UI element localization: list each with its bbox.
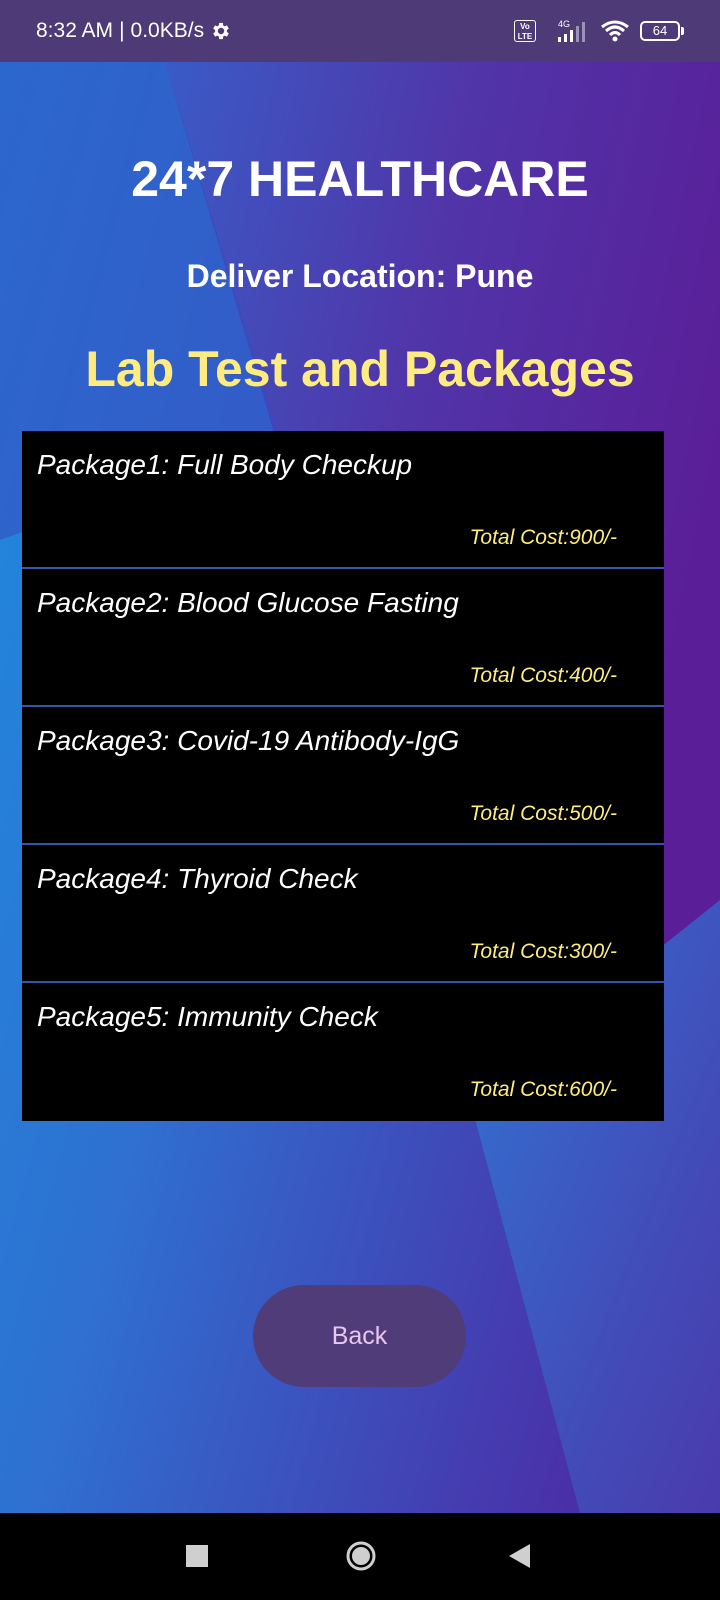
package-cost: Total Cost:900/-	[469, 526, 617, 549]
package-item[interactable]: Package5: Immunity Check Total Cost:600/…	[22, 983, 664, 1121]
circle-home-icon[interactable]	[345, 1540, 377, 1572]
status-separator: |	[119, 19, 125, 42]
package-cost: Total Cost:300/-	[469, 940, 617, 963]
package-item[interactable]: Package4: Thyroid Check Total Cost:300/-	[22, 845, 664, 983]
battery-icon: 64	[640, 21, 684, 41]
back-button[interactable]: Back	[253, 1285, 466, 1387]
package-name: Package1: Full Body Checkup	[37, 449, 413, 480]
package-item[interactable]: Package2: Blood Glucose Fasting Total Co…	[22, 569, 664, 707]
network-speed: 0.0KB/s	[130, 19, 205, 42]
package-cost: Total Cost:500/-	[469, 802, 617, 825]
wifi-icon	[601, 20, 629, 42]
package-name: Package5: Immunity Check	[37, 1001, 378, 1032]
status-time: 8:32 AM	[36, 19, 114, 42]
package-name: Package2: Blood Glucose Fasting	[37, 587, 459, 618]
package-list: Package1: Full Body Checkup Total Cost:9…	[22, 431, 664, 1121]
gear-icon	[213, 22, 229, 40]
status-right: Vo LTE 4G 64	[514, 0, 684, 62]
app-title: 24*7 HEALTHCARE	[131, 151, 589, 207]
delivery-location: Deliver Location: Pune	[186, 258, 534, 294]
package-name: Package4: Thyroid Check	[37, 863, 358, 894]
network-type-label: 4G	[558, 19, 570, 29]
package-name: Package3: Covid-19 Antibody-IgG	[37, 725, 460, 756]
status-bar: 8:32 AM | 0.0KB/s Vo LTE 4G 64	[0, 0, 720, 62]
package-cost: Total Cost:600/-	[469, 1078, 617, 1101]
status-left: 8:32 AM | 0.0KB/s	[36, 0, 232, 62]
signal-icon: 4G	[558, 19, 585, 42]
package-item[interactable]: Package1: Full Body Checkup Total Cost:9…	[22, 431, 664, 569]
triangle-back-icon[interactable]	[508, 1543, 532, 1569]
volte-icon: Vo LTE	[514, 20, 536, 42]
section-title: Lab Test and Packages	[85, 341, 635, 397]
package-cost: Total Cost:400/-	[469, 664, 617, 687]
square-recents-icon[interactable]	[186, 1545, 208, 1567]
package-item[interactable]: Package3: Covid-19 Antibody-IgG Total Co…	[22, 707, 664, 845]
